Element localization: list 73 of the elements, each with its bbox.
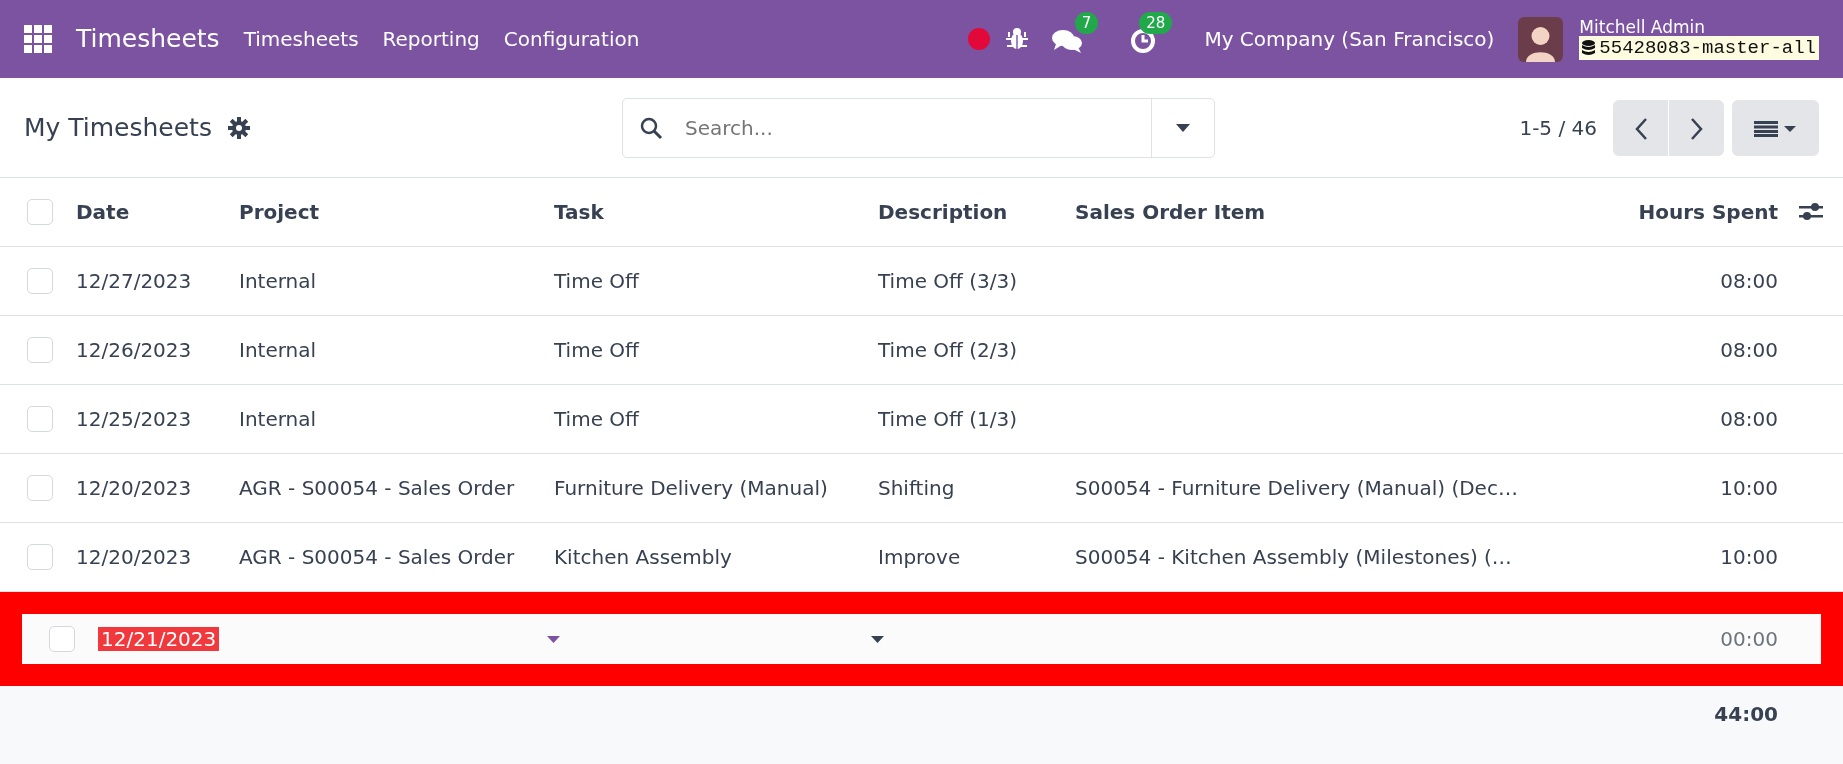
checkbox[interactable] xyxy=(49,626,75,652)
table-cell: Internal xyxy=(239,407,317,431)
apps-menu-icon[interactable] xyxy=(24,25,52,53)
table-cell: AGR - S00054 - Sales Order xyxy=(239,476,515,500)
search-input[interactable]: Search... xyxy=(683,111,1151,144)
table-cell: Time Off xyxy=(554,269,639,293)
column-header[interactable]: Project xyxy=(239,200,320,224)
company-switcher[interactable]: My Company (San Francisco) xyxy=(1204,24,1495,54)
database-icon xyxy=(1582,40,1596,57)
table-cell: 10:00 xyxy=(1720,545,1778,569)
table-cell: Time Off (3/3) xyxy=(878,269,1017,293)
user-avatar[interactable] xyxy=(1518,16,1564,62)
caret-icon[interactable] xyxy=(547,635,560,643)
table-cell: Internal xyxy=(239,269,317,293)
table-cell: 12/20/2023 xyxy=(76,476,192,500)
caret-icon[interactable] xyxy=(871,635,884,643)
table-cell: Furniture Delivery (Manual) xyxy=(554,476,828,500)
table-cell: Internal xyxy=(239,338,317,362)
column-header[interactable]: Date xyxy=(76,200,130,224)
user-name[interactable]: Mitchell Admin xyxy=(1579,17,1819,37)
database-name: 55428083-master-all xyxy=(1599,36,1816,61)
search-field[interactable]: Search... xyxy=(622,97,1215,158)
search-icon xyxy=(639,115,663,140)
chat-icon[interactable] xyxy=(1052,27,1083,54)
table-cell: 10:00 xyxy=(1720,476,1778,500)
menu-item[interactable]: Reporting xyxy=(382,24,480,54)
table-cell: 12/20/2023 xyxy=(76,545,192,569)
total-hours: 44:00 xyxy=(1714,702,1778,726)
table-cell: 12/26/2023 xyxy=(76,338,192,362)
table-cell: S00054 - Furniture Delivery (Manual) (Dec… xyxy=(1075,476,1518,500)
checkbox[interactable] xyxy=(27,406,53,432)
checkbox[interactable] xyxy=(27,475,53,501)
column-header[interactable]: Description xyxy=(878,200,1008,224)
message-count-badge: 7 xyxy=(1074,12,1099,34)
table-cell: 08:00 xyxy=(1720,338,1778,362)
hours-input[interactable]: 00:00 xyxy=(1720,627,1778,651)
pager-value[interactable]: 1-5 / 46 xyxy=(1519,112,1597,143)
table-cell: S00054 - Kitchen Assembly (Milestones) (… xyxy=(1075,545,1512,569)
table-cell: Kitchen Assembly xyxy=(554,545,732,569)
checkbox[interactable] xyxy=(27,337,53,363)
chevron-left-icon xyxy=(1633,117,1648,141)
clock-icon[interactable] xyxy=(1130,27,1157,54)
select-all-checkbox[interactable] xyxy=(27,199,53,225)
menu-item[interactable]: Configuration xyxy=(503,24,640,54)
bug-icon[interactable] xyxy=(1006,27,1029,51)
list-icon xyxy=(1753,121,1798,137)
page-title: My Timesheets xyxy=(24,111,212,144)
view-switcher-button[interactable] xyxy=(1732,99,1819,156)
column-header[interactable]: Hours Spent xyxy=(1638,200,1778,224)
chevron-right-icon xyxy=(1689,117,1704,141)
optional-columns-icon[interactable] xyxy=(1798,201,1823,223)
table-cell: 12/27/2023 xyxy=(76,269,192,293)
table-cell: Shifting xyxy=(878,476,955,500)
date-input[interactable]: 12/21/2023 xyxy=(98,627,220,651)
table-cell: Time Off xyxy=(554,407,639,431)
table-cell: 08:00 xyxy=(1720,269,1778,293)
table-cell: Time Off xyxy=(554,338,639,362)
menu-item[interactable]: Timesheets xyxy=(243,24,359,54)
table-cell: AGR - S00054 - Sales Order xyxy=(239,545,515,569)
table-cell: 08:00 xyxy=(1720,407,1778,431)
table-cell: 12/25/2023 xyxy=(76,407,192,431)
checkbox[interactable] xyxy=(27,544,53,570)
table-cell: Improve xyxy=(878,545,961,569)
next-button[interactable] xyxy=(1669,99,1724,156)
app-name[interactable]: Timesheets xyxy=(76,20,220,58)
table-cell: Time Off (1/3) xyxy=(878,407,1017,431)
column-header[interactable]: Sales Order Item xyxy=(1075,200,1266,224)
activity-count-badge: 28 xyxy=(1139,12,1173,34)
caret-icon[interactable] xyxy=(1176,123,1190,132)
table-cell: Time Off (2/3) xyxy=(878,338,1017,362)
checkbox[interactable] xyxy=(27,268,53,294)
column-header[interactable]: Task xyxy=(554,200,604,224)
previous-button[interactable] xyxy=(1613,99,1668,156)
